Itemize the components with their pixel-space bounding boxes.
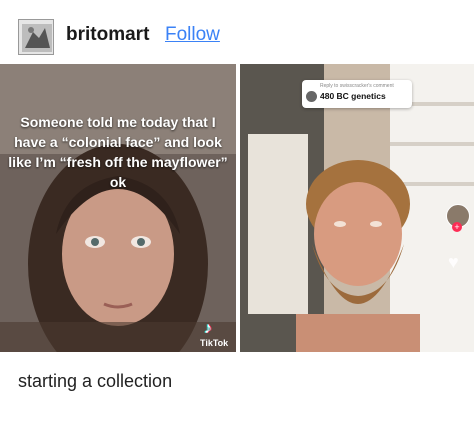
left-video-panel[interactable]: Someone told me today that I have a “col… <box>0 64 236 352</box>
heart-icon[interactable]: ♥ <box>448 252 459 273</box>
video-overlay-text: Someone told me today that I have a “col… <box>8 114 228 190</box>
reply-comment-bubble[interactable]: Reply to swisscracker's comment 480 BC g… <box>302 80 412 108</box>
username[interactable]: britomart <box>66 24 149 46</box>
reply-text: 480 BC genetics <box>320 91 386 101</box>
right-video-panel[interactable]: Reply to swisscracker's comment 480 BC g… <box>240 64 474 352</box>
user-avatar[interactable] <box>18 19 54 55</box>
left-video-frame <box>0 64 236 352</box>
follow-plus-icon[interactable]: + <box>452 222 462 232</box>
tiktok-watermark: TikTok <box>200 338 229 348</box>
tiktok-note-icon: ♪ <box>204 320 212 337</box>
avatar-image <box>19 20 53 54</box>
post-caption: starting a collection <box>18 371 173 391</box>
commenter-avatar-icon <box>306 91 317 102</box>
follow-button[interactable]: Follow <box>165 24 220 46</box>
reply-prefix: Reply to swisscracker's comment <box>320 83 394 89</box>
